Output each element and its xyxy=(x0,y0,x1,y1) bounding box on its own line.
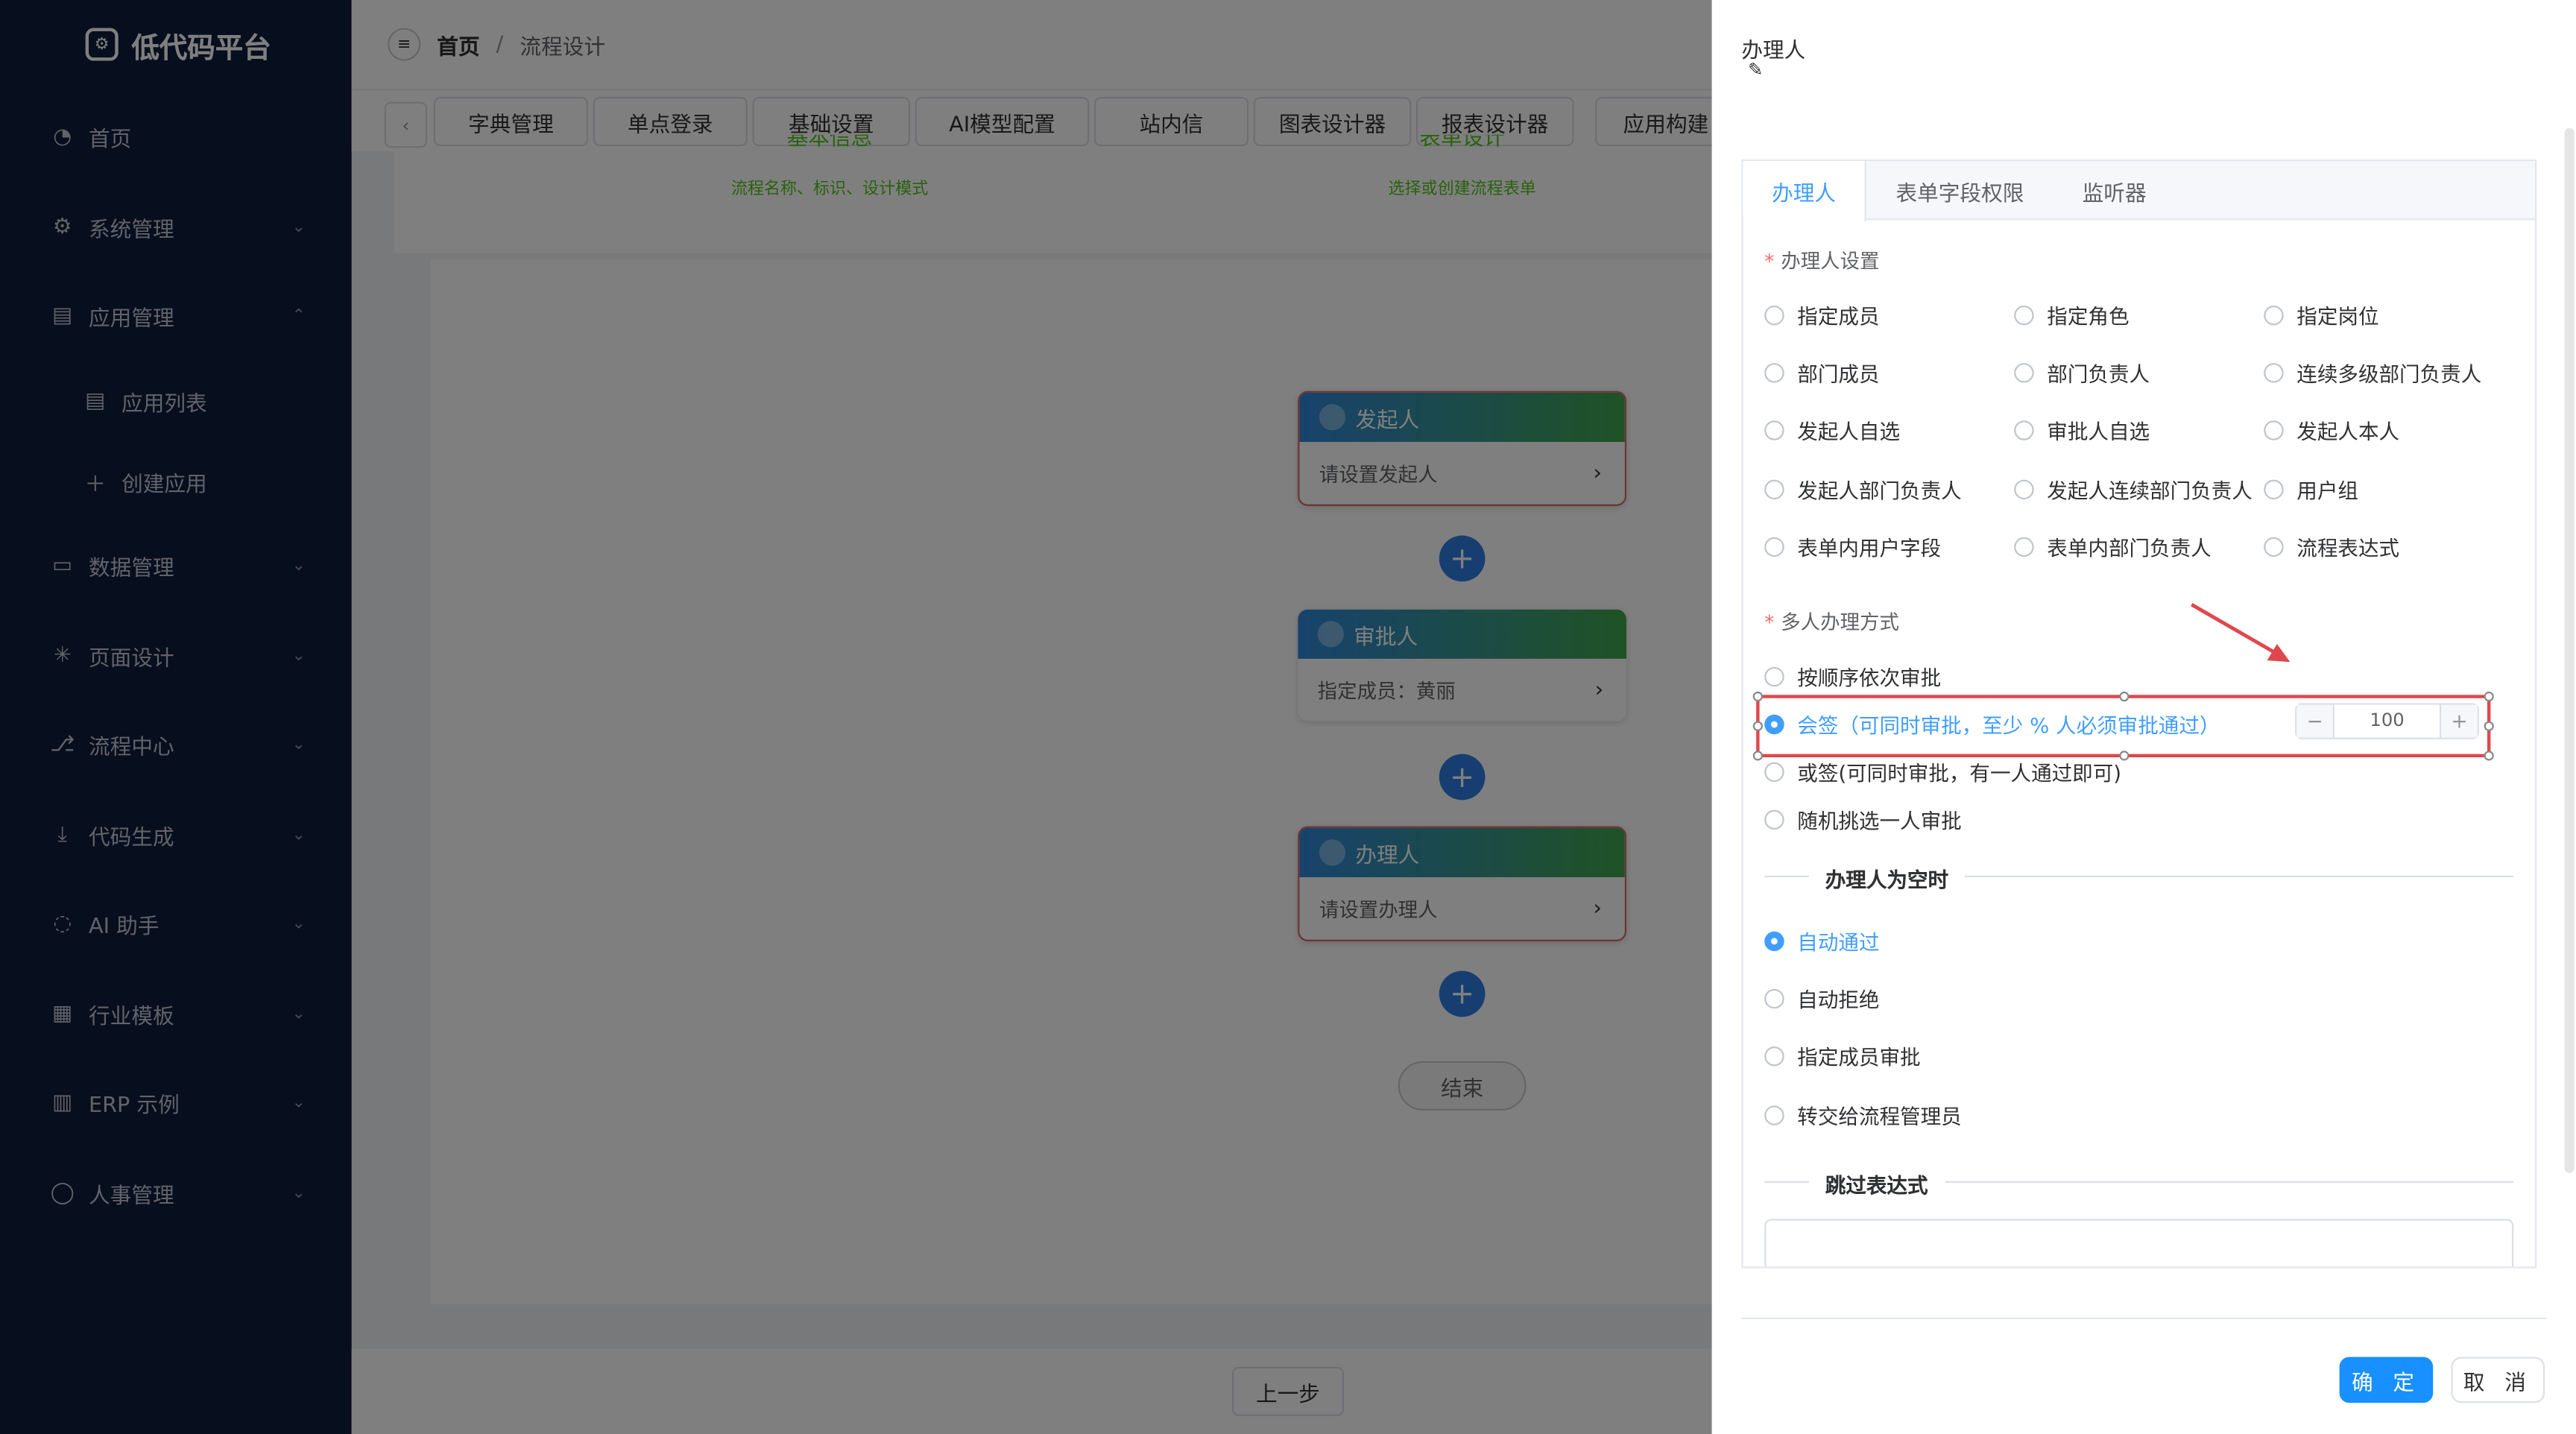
multi-handler-label: * 多人办理方式 xyxy=(1764,610,1899,634)
resize-handle xyxy=(1752,721,1763,731)
resize-handle xyxy=(2484,751,2494,761)
radio-user-group[interactable]: 用户组 xyxy=(2264,473,2358,505)
tab-handler[interactable]: 办理人 xyxy=(1743,161,1866,222)
radio-specified-member[interactable]: 指定成员 xyxy=(1764,299,1880,330)
resize-handle xyxy=(1752,751,1763,761)
radio-approver-select[interactable]: 审批人自选 xyxy=(2014,414,2150,445)
footer-divider xyxy=(1741,1317,2547,1319)
radio-flow-expression[interactable]: 流程表达式 xyxy=(2264,531,2399,562)
radio-auto-reject[interactable]: 自动拒绝 xyxy=(1764,982,1880,1014)
cancel-button[interactable]: 取 消 xyxy=(2451,1356,2545,1403)
radio-specified-approver[interactable]: 指定成员审批 xyxy=(1764,1040,1921,1071)
resize-handle xyxy=(2484,691,2494,702)
resize-handle xyxy=(2484,721,2494,731)
resize-handle xyxy=(2119,751,2130,761)
empty-handler-heading: 办理人为空时 xyxy=(1808,862,1966,894)
radio-dept-member[interactable]: 部门成员 xyxy=(1764,356,1880,388)
scrollbar[interactable] xyxy=(2564,127,2575,1173)
radio-dept-leader[interactable]: 部门负责人 xyxy=(2014,356,2150,388)
highlight-box xyxy=(1752,691,2494,761)
panel-tabs: 办理人 表单字段权限 监听器 xyxy=(1743,161,2535,222)
red-arrow-icon xyxy=(2191,603,2291,663)
radio-form-user-field[interactable]: 表单内用户字段 xyxy=(1764,531,1941,562)
resize-handle xyxy=(2119,691,2130,702)
radio-initiator-select[interactable]: 发起人自选 xyxy=(1764,414,1900,445)
tab-listeners[interactable]: 监听器 xyxy=(2055,161,2174,220)
radio-specified-post[interactable]: 指定岗位 xyxy=(2264,299,2379,330)
radio-initiator-self[interactable]: 发起人本人 xyxy=(2264,414,2399,445)
radio-initiator-multi-leader[interactable]: 发起人连续部门负责人 xyxy=(2014,473,2253,505)
edit-icon[interactable]: ✎ xyxy=(1748,59,1763,80)
resize-handle xyxy=(1752,691,1763,702)
radio-random-one[interactable]: 随机挑选一人审批 xyxy=(1764,803,1962,835)
radio-multi-level-leader[interactable]: 连续多级部门负责人 xyxy=(2264,356,2481,388)
skip-expression-heading: 跳过表达式 xyxy=(1808,1168,1945,1199)
radio-auto-pass[interactable]: 自动通过 xyxy=(1764,925,1880,956)
tab-form-permissions[interactable]: 表单字段权限 xyxy=(1875,161,2045,220)
radio-transfer-admin[interactable]: 转交给流程管理员 xyxy=(1764,1099,1962,1131)
radio-form-dept-leader[interactable]: 表单内部门负责人 xyxy=(2014,531,2212,562)
radio-specified-role[interactable]: 指定角色 xyxy=(2014,299,2130,330)
radio-initiator-dept-leader[interactable]: 发起人部门负责人 xyxy=(1764,473,1962,505)
radio-sequential[interactable]: 按顺序依次审批 xyxy=(1764,660,1941,692)
radio-or-sign[interactable]: 或签(可同时审批，有一人通过即可) xyxy=(1764,756,2121,787)
modal-overlay[interactable] xyxy=(0,0,1712,1434)
skip-expression-input[interactable] xyxy=(1764,1219,2514,1267)
confirm-button[interactable]: 确 定 xyxy=(2339,1356,2434,1403)
app-root: ⚙ 低代码平台 ◔首页 ⚙系统管理⌄ ▤应用管理⌃ ▤应用列表 ＋创建应用 ▭数… xyxy=(0,0,2576,1434)
handler-settings-label: * 办理人设置 xyxy=(1764,250,1880,273)
